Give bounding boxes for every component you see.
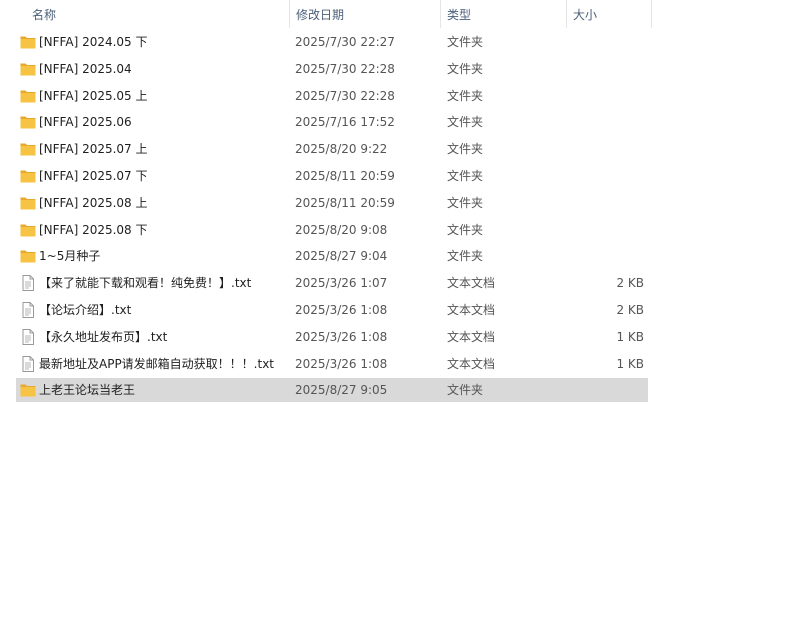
file-size — [576, 137, 644, 161]
folder-row[interactable]: [NFFA] 2025.05 上 2025/7/30 22:28 文件夹 — [16, 84, 648, 108]
file-name: [NFFA] 2025.07 上 — [39, 142, 148, 157]
file-date-modified: 2025/8/20 9:22 — [295, 142, 388, 157]
file-row[interactable]: 【论坛介绍】.txt 2025/3/26 1:08 文本文档 2 KB — [16, 298, 648, 322]
file-date-modified: 2025/8/11 20:59 — [295, 195, 395, 210]
file-size — [576, 30, 644, 54]
file-size — [576, 110, 644, 134]
file-date-modified: 2025/8/11 20:59 — [295, 169, 395, 183]
file-type: 文件夹 — [447, 35, 484, 49]
file-name: [NFFA] 2025.08 上 — [39, 195, 148, 210]
file-size — [576, 84, 644, 108]
column-header-type[interactable]: 类型 — [441, 0, 567, 28]
file-date-modified: 2025/3/26 1:08 — [295, 356, 388, 371]
file-size — [576, 378, 644, 402]
file-date-modified: 2025/7/30 22:28 — [295, 61, 395, 76]
file-row[interactable]: 【永久地址发布页】.txt 2025/3/26 1:08 文本文档 1 KB — [16, 325, 648, 349]
folder-row[interactable]: 1~5月种子 2025/8/27 9:04 文件夹 — [16, 244, 648, 268]
file-size: 1 KB — [616, 356, 644, 371]
file-size — [576, 244, 644, 268]
folder-row[interactable]: [NFFA] 2025.04 2025/7/30 22:28 文件夹 — [16, 57, 648, 81]
column-header-size[interactable]: 大小 — [567, 0, 652, 28]
column-name-label: 名称 — [32, 8, 57, 22]
file-size: 2 KB — [616, 303, 644, 317]
file-size — [576, 191, 644, 215]
file-row[interactable]: 【来了就能下载和观看！纯免费！】.txt 2025/3/26 1:07 文本文档 2 … — [16, 271, 648, 295]
file-row[interactable]: 最新地址及APP请发邮箱自动获取！！！.txt 2025/3/26 1:08 文本文… — [16, 352, 648, 376]
file-name: 【论坛介绍】.txt — [39, 303, 132, 317]
folder-icon — [20, 249, 36, 263]
file-type: 文本文档 — [447, 329, 496, 344]
file-type: 文本文档 — [447, 303, 496, 317]
file-date-modified: 2025/3/26 1:08 — [295, 303, 388, 317]
file-type: 文件夹 — [447, 383, 484, 398]
file-size — [576, 57, 644, 81]
column-size-label: 大小 — [573, 8, 598, 22]
file-name: [NFFA] 2025.06 — [39, 115, 132, 130]
file-type: 文件夹 — [447, 169, 484, 183]
folder-row[interactable]: 上老王论坛当老王 2025/8/27 9:05 文件夹 — [16, 378, 648, 403]
text-file-icon — [20, 355, 36, 372]
file-date-modified: 2025/7/30 22:27 — [295, 35, 395, 49]
text-file-icon — [20, 302, 36, 318]
file-name: [NFFA] 2025.07 下 — [39, 169, 148, 183]
folder-icon — [20, 142, 36, 156]
folder-icon — [20, 223, 36, 237]
file-type: 文件夹 — [447, 222, 484, 237]
folder-row[interactable]: [NFFA] 2025.07 上 2025/8/20 9:22 文件夹 — [16, 137, 648, 161]
file-date-modified: 2025/3/26 1:07 — [295, 276, 388, 291]
file-type: 文件夹 — [447, 88, 484, 103]
column-header: 名称 ^ 修改日期 类型 大小 — [0, 0, 800, 29]
folder-icon — [20, 383, 36, 397]
file-size — [576, 164, 644, 188]
file-name: 上老王论坛当老王 — [39, 383, 136, 398]
file-date-modified: 2025/3/26 1:08 — [295, 329, 388, 344]
file-name: 1~5月种子 — [39, 249, 101, 264]
file-date-modified: 2025/8/20 9:08 — [295, 222, 388, 237]
file-date-modified: 2025/7/30 22:28 — [295, 88, 395, 103]
column-type-label: 类型 — [447, 8, 472, 22]
file-date-modified: 2025/8/27 9:05 — [295, 383, 388, 398]
folder-row[interactable]: [NFFA] 2024.05 下 2025/7/30 22:27 文件夹 — [16, 30, 648, 54]
file-date-modified: 2025/8/27 9:04 — [295, 249, 388, 264]
text-file-icon — [20, 275, 36, 292]
text-file-icon — [20, 328, 36, 345]
file-size: 1 KB — [616, 329, 644, 344]
file-date-modified: 2025/7/16 17:52 — [295, 115, 395, 130]
folder-row[interactable]: [NFFA] 2025.06 2025/7/16 17:52 文件夹 — [16, 110, 648, 134]
file-name: 【永久地址发布页】.txt — [39, 329, 168, 344]
folder-row[interactable]: [NFFA] 2025.08 下 2025/8/20 9:08 文件夹 — [16, 218, 648, 242]
column-header-name[interactable]: 名称 ^ — [0, 0, 290, 28]
column-date-label: 修改日期 — [296, 8, 345, 22]
file-explorer: 名称 ^ 修改日期 类型 大小 [NFFA] 2024.05 下 2025/7/3… — [0, 0, 800, 640]
folder-row[interactable]: [NFFA] 2025.08 上 2025/8/11 20:59 文件夹 — [16, 191, 648, 215]
file-name: 最新地址及APP请发邮箱自动获取！！！.txt — [39, 356, 275, 371]
folder-icon — [20, 89, 36, 103]
file-name: [NFFA] 2025.04 — [39, 61, 132, 76]
file-type: 文件夹 — [447, 249, 484, 264]
file-type: 文件夹 — [447, 195, 484, 210]
file-size — [576, 218, 644, 242]
file-name: [NFFA] 2025.05 上 — [39, 88, 148, 103]
file-type: 文件夹 — [447, 61, 484, 76]
file-type: 文件夹 — [447, 115, 484, 130]
folder-icon — [20, 169, 36, 183]
file-type: 文件夹 — [447, 142, 484, 157]
file-name: [NFFA] 2024.05 下 — [39, 35, 148, 49]
folder-icon — [20, 196, 36, 210]
folder-icon — [20, 35, 36, 49]
column-header-date[interactable]: 修改日期 — [290, 0, 441, 28]
file-type: 文本文档 — [447, 356, 496, 371]
file-name: [NFFA] 2025.08 下 — [39, 222, 148, 237]
sort-ascending-icon: ^ — [151, 0, 161, 7]
file-type: 文本文档 — [447, 276, 496, 291]
folder-icon — [20, 115, 36, 129]
file-name: 【来了就能下载和观看！纯免费！】.txt — [39, 276, 252, 291]
folder-icon — [20, 62, 36, 76]
folder-row[interactable]: [NFFA] 2025.07 下 2025/8/11 20:59 文件夹 — [16, 164, 648, 188]
file-size: 2 KB — [616, 276, 644, 291]
